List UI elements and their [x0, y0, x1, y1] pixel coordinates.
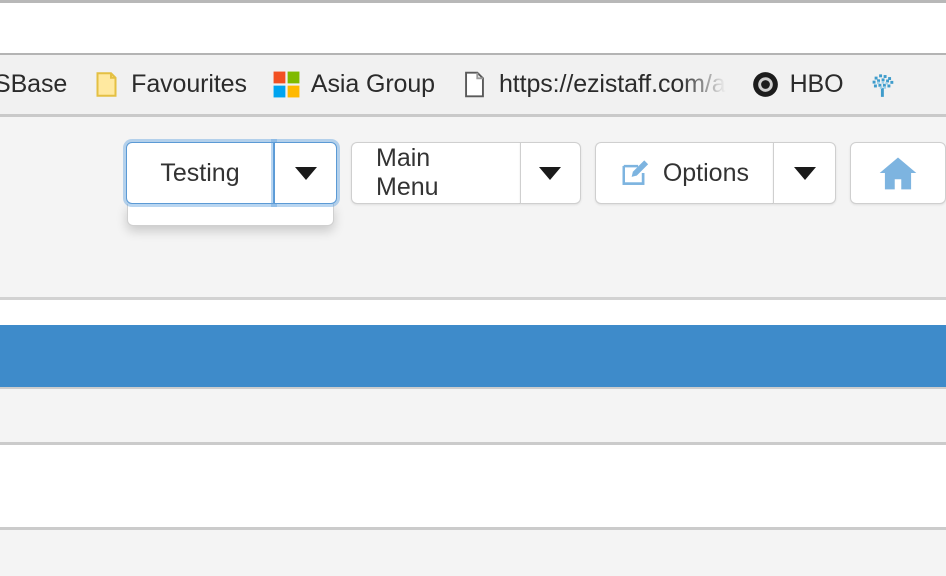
testing-button[interactable]: Testing [126, 142, 274, 204]
record-circle-icon [752, 71, 779, 98]
edit-square-icon [620, 158, 650, 188]
testing-dropdown-panel[interactable] [127, 204, 334, 226]
bookmark-blue-tree[interactable] [856, 63, 920, 107]
browser-chrome-strip [0, 0, 946, 55]
options-button-group: Options [594, 142, 836, 204]
document-icon [461, 71, 488, 98]
bookmark-label: HBO [789, 70, 844, 98]
bookmark-hbo[interactable]: HBO [739, 63, 857, 107]
bookmark-label: https://ezistaff.com/a [498, 72, 726, 97]
main-menu-button[interactable]: Main Menu [351, 142, 520, 204]
content-panel-b [0, 445, 946, 530]
bookmark-label: Favourites [131, 70, 247, 98]
main-menu-dropdown-toggle[interactable] [519, 142, 581, 204]
main-menu-button-group: Main Menu [351, 142, 581, 204]
page-header-bar [0, 325, 946, 387]
options-dropdown-toggle[interactable] [773, 142, 836, 204]
app-toolbar: Testing Main Menu Options [0, 117, 946, 300]
blue-tree-icon [869, 71, 896, 98]
toolbar-button-row: Testing Main Menu Options [126, 142, 946, 226]
bookmarks-bar: SBase Favourites Asia Group https://ezis… [0, 55, 946, 117]
chevron-down-icon [793, 166, 816, 180]
content-panel-a [0, 387, 946, 445]
testing-button-group: Testing [126, 142, 337, 226]
chevron-down-icon [294, 166, 317, 180]
bookmark-ezistaff-url[interactable]: https://ezistaff.com/a [448, 63, 739, 107]
bookmark-sbase[interactable]: SBase [0, 63, 80, 107]
folder-icon [93, 71, 120, 98]
app-root: SBase Favourites Asia Group https://ezis… [0, 0, 946, 576]
options-button-label: Options [662, 158, 749, 187]
content-panel-c [0, 530, 946, 576]
home-icon [878, 155, 918, 191]
bookmark-label: Asia Group [310, 70, 435, 98]
chevron-down-icon [539, 166, 562, 180]
bookmark-label: SBase [0, 70, 68, 98]
home-button[interactable] [850, 142, 946, 204]
content-top-spacer [0, 300, 946, 325]
microsoft-logo-icon [273, 71, 300, 98]
testing-dropdown-toggle[interactable] [274, 142, 337, 204]
options-button[interactable]: Options [594, 142, 773, 204]
bookmark-favourites[interactable]: Favourites [80, 63, 260, 107]
home-button-group [850, 142, 946, 204]
bookmark-asia-group[interactable]: Asia Group [260, 63, 448, 107]
